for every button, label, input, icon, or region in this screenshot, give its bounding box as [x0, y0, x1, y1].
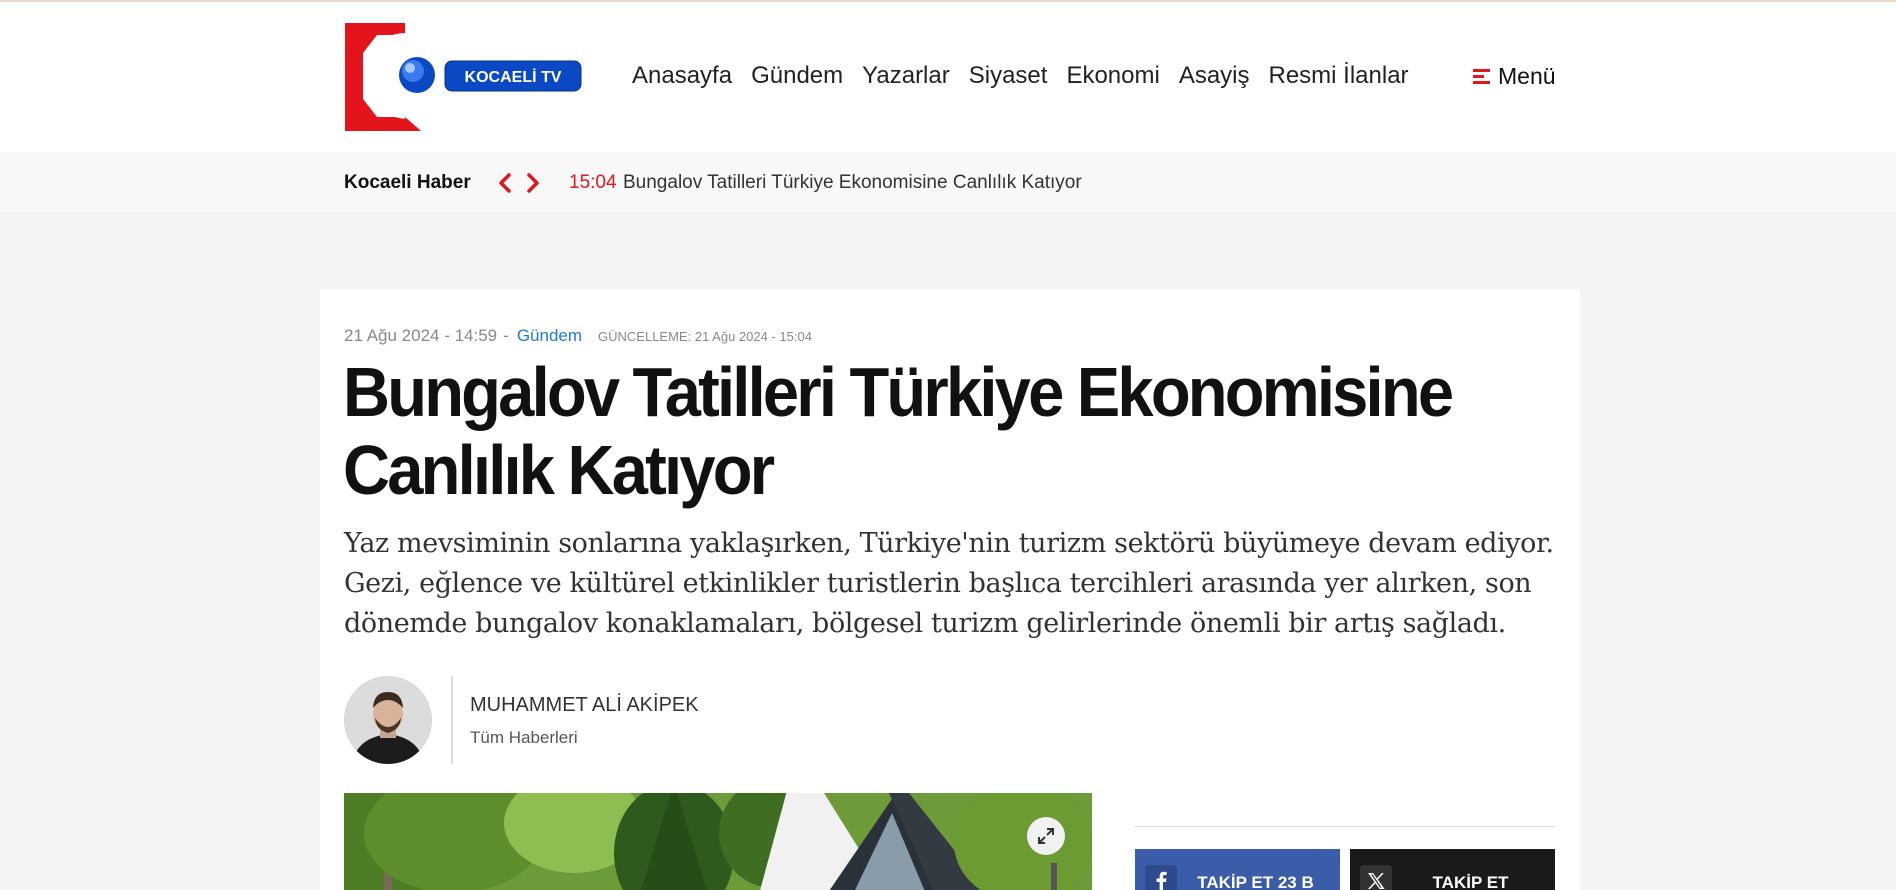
- author-photo: [344, 676, 432, 764]
- nav-asayis[interactable]: Asayiş: [1179, 62, 1250, 90]
- bungalow-photo: [344, 793, 1092, 890]
- expand-image-button[interactable]: [1027, 817, 1065, 855]
- ticker-prev-button[interactable]: [494, 170, 516, 196]
- author-avatar[interactable]: [344, 676, 432, 764]
- site-logo[interactable]: KOCAELİ TV: [343, 23, 583, 131]
- chevron-right-icon: [527, 173, 539, 193]
- menu-button[interactable]: Menü: [1473, 63, 1556, 90]
- nav-ekonomi[interactable]: Ekonomi: [1066, 62, 1159, 90]
- main-nav: Anasayfa Gündem Yazarlar Siyaset Ekonomi…: [632, 62, 1428, 90]
- category-link[interactable]: Gündem: [517, 326, 582, 346]
- nav-yazarlar[interactable]: Yazarlar: [862, 62, 950, 90]
- all-articles-link[interactable]: Tüm Haberleri: [470, 728, 578, 748]
- hamburger-icon: [1473, 68, 1490, 85]
- article-summary: Yaz mevsiminin sonlarına yaklaşırken, Tü…: [344, 528, 1554, 639]
- social-divider: [1135, 826, 1555, 827]
- facebook-follow-button[interactable]: TAKİP ET 23 B: [1135, 849, 1340, 890]
- updated-date: GÜNCELLEME: 21 Ağu 2024 - 15:04: [598, 329, 812, 344]
- site-header: KOCAELİ TV Anasayfa Gündem Yazarlar Siya…: [0, 0, 1896, 152]
- nav-resmi-ilanlar[interactable]: Resmi İlanlar: [1269, 62, 1409, 90]
- kocaeli-tv-logo: KOCAELİ TV: [345, 23, 582, 131]
- ticker-next-button[interactable]: [522, 170, 544, 196]
- menu-label: Menü: [1498, 63, 1556, 89]
- x-follow-button[interactable]: TAKİP ET: [1350, 849, 1555, 890]
- article-meta: 21 Ağu 2024 - 14:59 - Gündem GÜNCELLEME:…: [344, 326, 812, 346]
- article-title: Bungalov Tatilleri Türkiye Ekonomisine C…: [343, 353, 1454, 509]
- nav-gundem[interactable]: Gündem: [751, 62, 843, 90]
- x-follow-label: TAKİP ET: [1432, 873, 1509, 890]
- article-card: 21 Ağu 2024 - 14:59 - Gündem GÜNCELLEME:…: [320, 289, 1580, 890]
- expand-icon: [1038, 828, 1054, 844]
- chevron-left-icon: [499, 173, 511, 193]
- meta-separator: -: [503, 326, 509, 345]
- nav-siyaset[interactable]: Siyaset: [969, 62, 1048, 90]
- news-ticker: Kocaeli Haber 15:04 Bungalov Tatilleri T…: [0, 152, 1896, 214]
- ticker-headline-link[interactable]: Bungalov Tatilleri Türkiye Ekonomisine C…: [623, 172, 1082, 194]
- nav-anasayfa[interactable]: Anasayfa: [632, 62, 732, 90]
- author-box: MUHAMMET ALİ AKİPEK Tüm Haberleri: [344, 676, 844, 766]
- author-name[interactable]: MUHAMMET ALİ AKİPEK: [470, 694, 699, 717]
- ticker-title: Kocaeli Haber: [344, 172, 471, 193]
- author-divider: [451, 676, 453, 764]
- article-image[interactable]: [344, 793, 1092, 890]
- logo-text: KOCAELİ TV: [465, 68, 562, 86]
- ticker-time: 15:04: [569, 172, 617, 193]
- publish-date: 21 Ağu 2024 - 14:59: [344, 326, 498, 345]
- facebook-follow-label: TAKİP ET 23 B: [1197, 873, 1314, 890]
